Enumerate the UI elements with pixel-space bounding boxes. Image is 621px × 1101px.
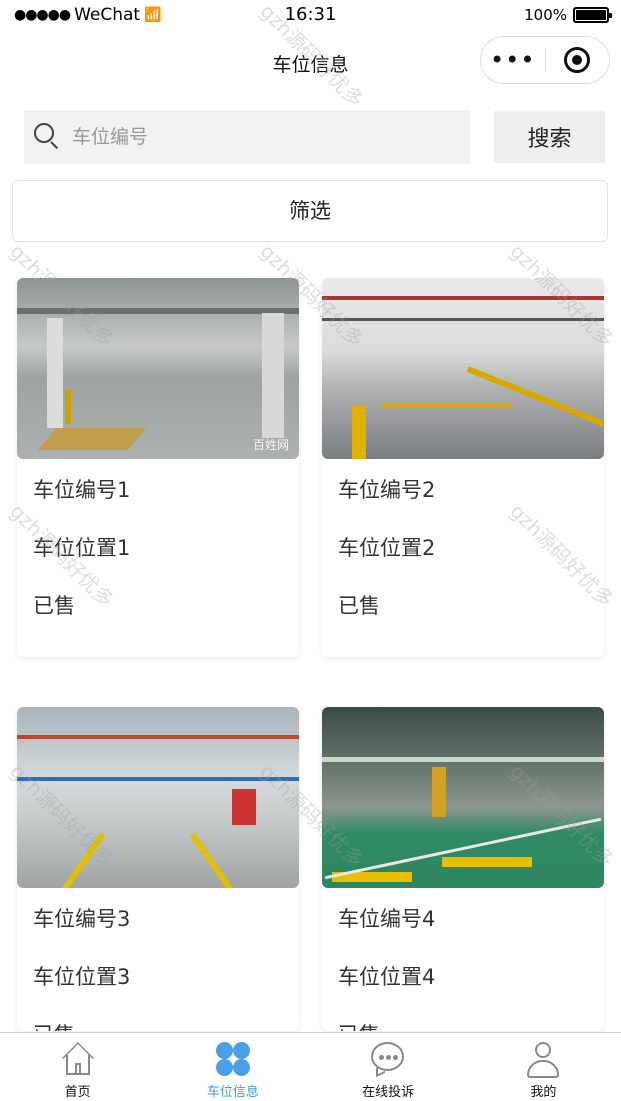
search-button[interactable]: 搜索: [494, 111, 605, 163]
chat-icon: [370, 1041, 406, 1078]
parking-photo: [322, 707, 604, 888]
card-location: 车位位置1: [33, 536, 131, 560]
parking-photo: [17, 707, 299, 888]
battery-status: 100%: [524, 6, 612, 24]
tab-label: 车位信息: [206, 1085, 259, 1100]
parking-photo: 百姓网: [17, 278, 299, 459]
tab-complaint[interactable]: 在线投诉: [311, 1033, 466, 1101]
status-bar: ●●●●● WeChat 📶 16:31 100%: [0, 0, 621, 32]
card-number: 车位编号3: [33, 907, 131, 931]
card-number: 车位编号4: [338, 907, 436, 931]
tab-bar: 首页 车位信息 在线投诉 我的: [0, 1032, 621, 1101]
filter-button[interactable]: 筛选: [12, 180, 608, 242]
card-location: 车位位置4: [338, 965, 436, 989]
tab-label: 在线投诉: [362, 1085, 415, 1100]
tab-parking-info[interactable]: 车位信息: [155, 1033, 310, 1101]
parking-card[interactable]: 车位编号2 车位位置2 已售: [322, 278, 604, 657]
search-icon: [34, 123, 62, 151]
more-dots-icon[interactable]: •••: [481, 48, 545, 72]
card-number: 车位编号1: [33, 478, 131, 502]
card-location: 车位位置3: [33, 965, 131, 989]
home-icon: [60, 1041, 96, 1077]
parking-card[interactable]: 车位编号3 车位位置3 已售: [17, 707, 299, 1031]
card-number: 车位编号2: [338, 478, 436, 502]
search-input[interactable]: [72, 126, 470, 148]
search-box[interactable]: [24, 110, 470, 164]
card-location: 车位位置2: [338, 536, 436, 560]
parking-card[interactable]: 百姓网 车位编号1 车位位置1 已售: [17, 278, 299, 657]
mini-program-capsule: •••: [480, 36, 610, 84]
user-icon: [525, 1041, 561, 1078]
card-status: 已售: [338, 594, 380, 618]
parking-photo: [322, 278, 604, 459]
close-button[interactable]: [546, 47, 610, 73]
tab-mine[interactable]: 我的: [466, 1033, 621, 1101]
tab-label: 首页: [64, 1085, 91, 1100]
card-status: 已售: [33, 594, 75, 618]
target-close-icon: [564, 47, 591, 73]
battery-icon: [573, 7, 612, 23]
tab-home[interactable]: 首页: [0, 1033, 155, 1101]
tab-label: 我的: [530, 1085, 557, 1100]
grid-icon: [215, 1041, 251, 1077]
photo-watermark: 百姓网: [252, 438, 289, 452]
battery-label: 100%: [524, 6, 567, 24]
nav-bar: 车位信息 •••: [0, 32, 621, 94]
card-status: 已售: [17, 1006, 299, 1031]
card-status: 已售: [322, 1006, 604, 1031]
parking-card[interactable]: 车位编号4 车位位置4 已售: [322, 707, 604, 1031]
